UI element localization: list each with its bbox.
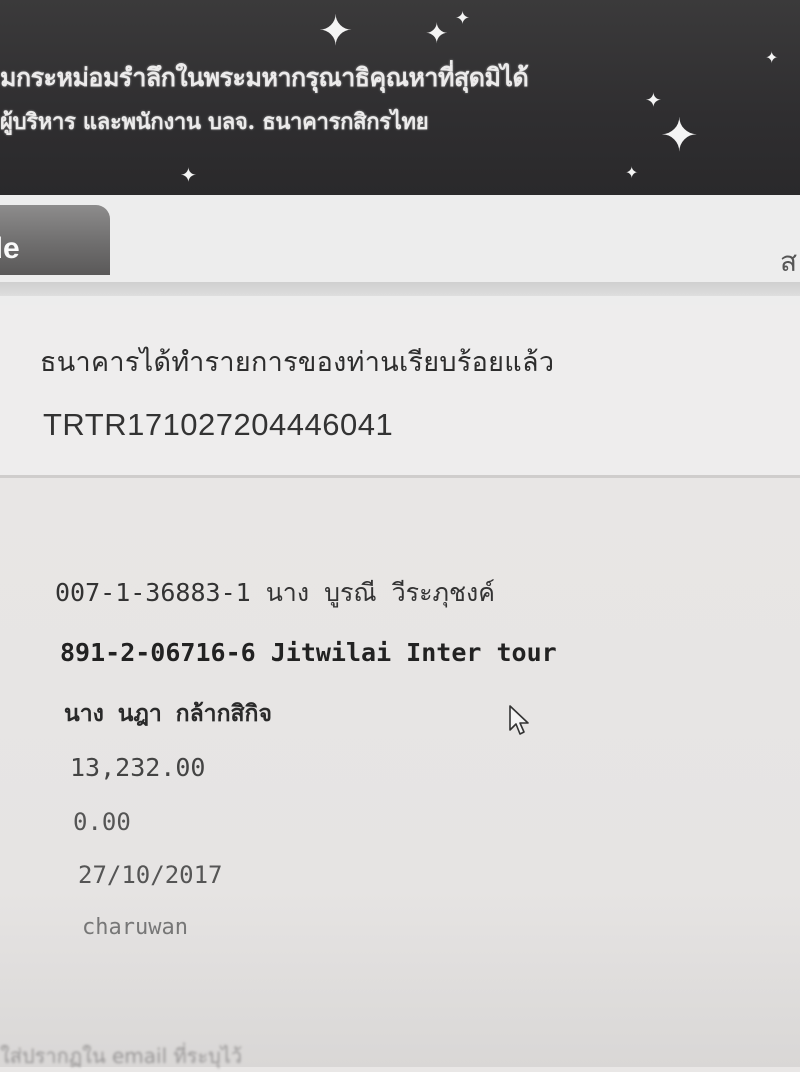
mouse-pointer-icon	[509, 705, 529, 735]
tab-divider	[0, 282, 800, 296]
operator-user: charuwan	[82, 915, 188, 940]
sparkle-icon: ✦	[318, 6, 354, 55]
header-banner: มกระหม่อมรำลึกในพระมหากรุณาธิคุณหาที่สุด…	[0, 0, 800, 195]
transfer-amount: 13,232.00	[70, 753, 206, 782]
to-account: 891-2-06716-6 Jitwilai Inter tour	[60, 638, 557, 667]
footer-note: ใส่ปรากฏใน email ที่ระบุไว้	[0, 1044, 243, 1068]
banner-tribute-text: มกระหม่อมรำลึกในพระมหากรุณาธิคุณหาที่สุด…	[0, 63, 529, 92]
sparkle-icon: ✦	[180, 163, 197, 187]
tab-active[interactable]: ade	[0, 205, 110, 275]
result-panel: ธนาคารได้ทำรายการของท่านเรียบร้อยแล้ว TR…	[0, 305, 800, 478]
reference-number: TRTR171027204446041	[43, 407, 394, 442]
recipient-name: นาง นฎา กล้ากสิกิจ	[64, 701, 272, 727]
transfer-fee: 0.00	[73, 808, 131, 836]
sparkle-icon: ✦	[765, 48, 779, 67]
sparkle-icon: ✦	[425, 17, 449, 50]
sparkle-icon: ✦	[645, 88, 662, 112]
sparkle-icon: ✦	[660, 108, 699, 162]
sparkle-icon: ✦	[455, 8, 471, 29]
tab-active-label: ade	[0, 232, 20, 265]
tab-next-label[interactable]: ส	[780, 240, 797, 284]
transfer-details: 007-1-36883-1 นาง บูรณี วีระภุชงค์ 891-2…	[0, 478, 800, 1067]
banner-staff-text: ผู้บริหาร และพนักงาน บลจ. ธนาคารกสิกรไทย	[0, 109, 429, 135]
transfer-date: 27/10/2017	[78, 861, 223, 889]
from-account: 007-1-36883-1 นาง บูรณี วีระภุชงค์	[55, 578, 495, 607]
sparkle-icon: ✦	[625, 163, 639, 182]
status-message: ธนาคารได้ทำรายการของท่านเรียบร้อยแล้ว	[40, 347, 555, 378]
